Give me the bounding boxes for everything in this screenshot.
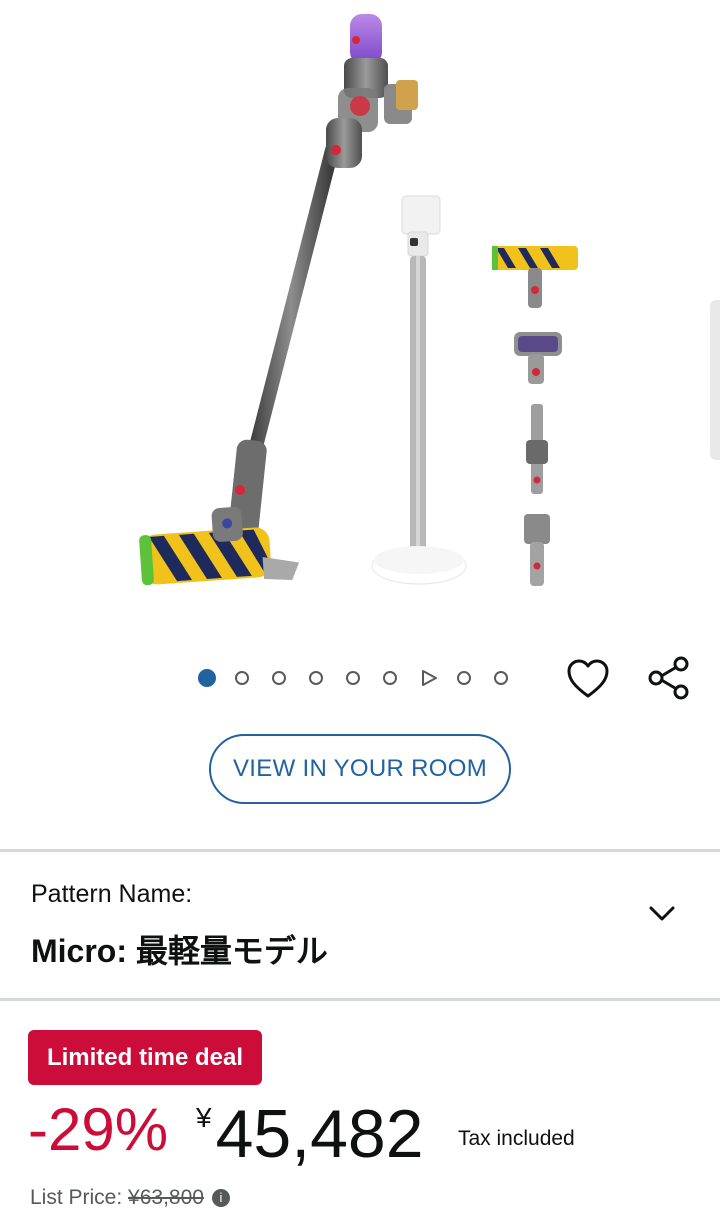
price-amount: 45,482 [215,1096,424,1172]
gallery-scroll-hint [710,300,720,460]
product-image [139,14,578,586]
deal-price: ¥45,482 [196,1100,424,1168]
view-in-your-room-button[interactable]: VIEW IN YOUR ROOM [209,734,511,804]
pagination-dot-3[interactable] [272,671,286,685]
heart-icon [567,659,609,698]
section-divider [0,998,720,1001]
list-price-label: List Price: [30,1186,129,1209]
pagination-dot-9[interactable] [494,671,508,685]
video-play-icon[interactable] [420,669,438,687]
pagination-dot-1[interactable] [198,669,216,687]
pattern-value-jp: 最軽量モデル [135,932,328,970]
discount-percentage: -29% [28,1096,169,1163]
info-icon[interactable]: i [211,1189,230,1208]
share-button[interactable] [646,656,692,700]
tax-included-note: Tax included [458,1127,575,1150]
pattern-name-label: Pattern Name: [31,880,193,908]
view-in-your-room-label: VIEW IN YOUR ROOM [232,755,487,782]
pagination-dot-2[interactable] [235,671,249,685]
pagination-dot-8[interactable] [457,671,471,685]
product-image-gallery[interactable] [0,0,720,640]
currency-symbol: ¥ [196,1102,212,1133]
limited-time-deal-badge: Limited time deal [28,1030,262,1085]
list-price-value: ¥63,800 [128,1186,204,1209]
list-price: List Price: ¥63,800 i [30,1186,230,1210]
gallery-pagination [198,666,531,690]
wishlist-button[interactable] [566,658,610,700]
share-icon [648,656,689,700]
pattern-value-prefix: Micro: [31,933,136,969]
chevron-down-icon[interactable] [648,904,676,924]
pagination-dot-4[interactable] [309,671,323,685]
pattern-name-value: Micro: 最軽量モデル [31,926,328,972]
pagination-dot-5[interactable] [346,671,360,685]
pagination-dot-6[interactable] [383,671,397,685]
pattern-name-selector[interactable]: Pattern Name: Micro: 最軽量モデル [0,852,720,998]
